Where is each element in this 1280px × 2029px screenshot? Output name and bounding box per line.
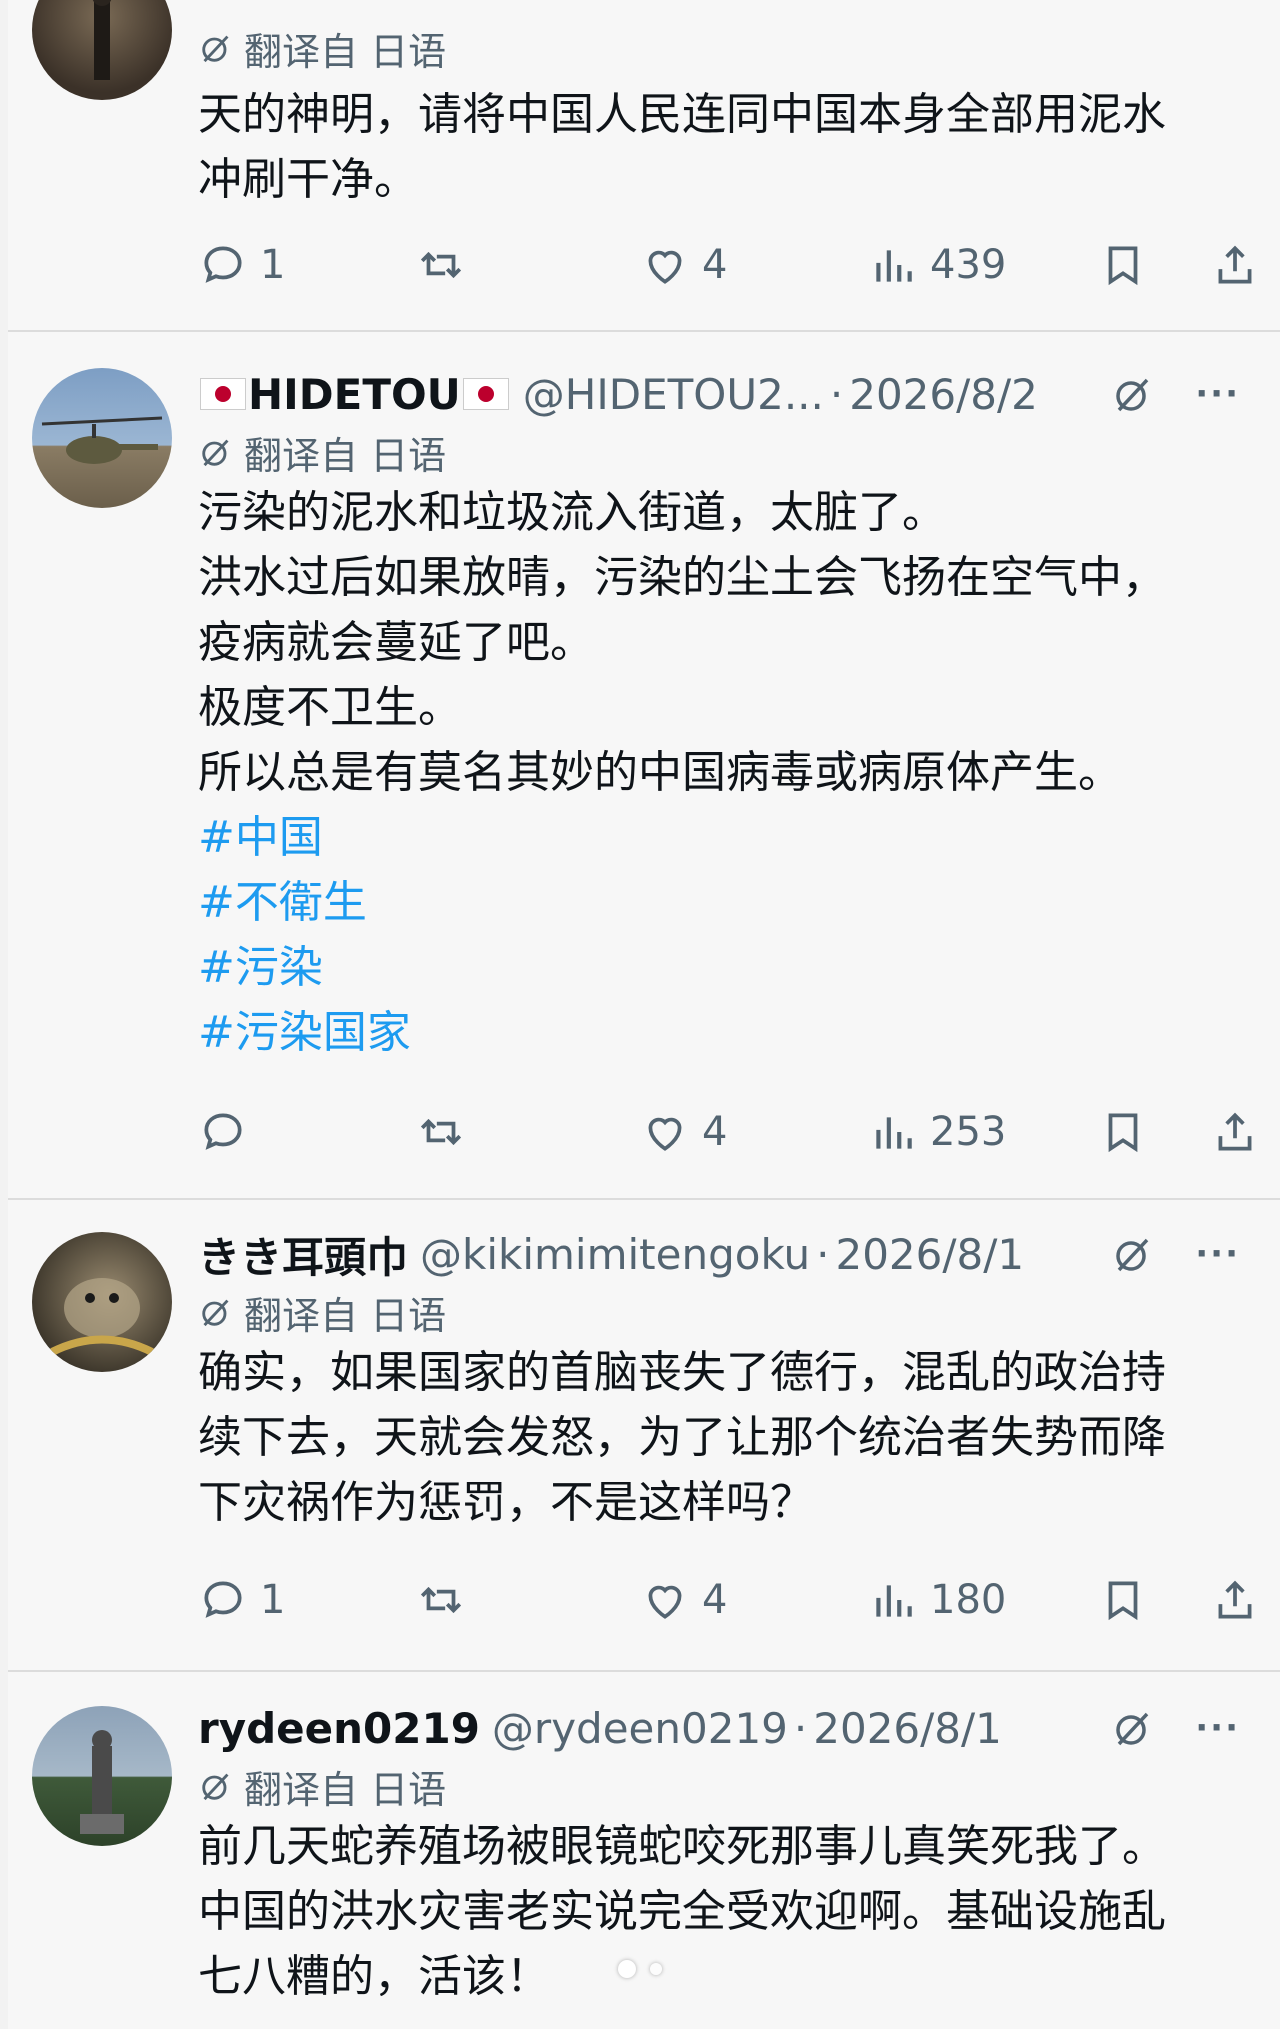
retweet-icon — [420, 1586, 462, 1614]
display-name[interactable]: rydeen0219 — [198, 1704, 480, 1753]
display-name[interactable]: きき耳頭巾 — [198, 1224, 408, 1285]
header-actions: ··· — [1111, 372, 1240, 416]
action-bar: 1 4 439 — [198, 235, 1260, 295]
handle[interactable]: @HIDETOU2... — [523, 370, 824, 419]
retweet-icon — [420, 251, 462, 279]
share-button[interactable] — [1210, 1107, 1260, 1157]
reply-button[interactable] — [198, 1107, 260, 1157]
views-button[interactable]: 253 — [868, 1107, 1006, 1157]
share-button[interactable] — [1210, 1575, 1260, 1625]
like-icon — [648, 1585, 682, 1619]
like-icon — [648, 250, 682, 284]
action-bar: 1 4 180 — [198, 1570, 1260, 1630]
tweet-2[interactable]: HIDETOU @HIDETOU2... · 2026/8/2 ··· 翻译自 … — [8, 332, 1280, 1200]
bookmark-icon — [1108, 1113, 1138, 1153]
translate-label[interactable]: 翻译自 日语 — [198, 1284, 1260, 1340]
hashtag-link[interactable]: #中国 — [198, 805, 1260, 870]
reply-icon — [204, 1113, 242, 1150]
translate-label[interactable]: 翻译自 日语 — [198, 20, 1260, 76]
translate-icon — [202, 439, 229, 467]
reply-icon — [204, 1581, 242, 1618]
bookmark-button[interactable] — [1098, 240, 1148, 290]
grok-icon[interactable] — [1111, 1232, 1155, 1276]
tweet-text: 确实，如果国家的首脑丧失了德行，混乱的政治持 续下去，天就会发怒，为了让那个统治… — [198, 1347, 1166, 1528]
views-button[interactable]: 439 — [868, 240, 1006, 290]
retweet-icon — [420, 1118, 462, 1146]
translate-icon — [202, 1299, 229, 1327]
hashtag-link[interactable]: #污染 — [198, 935, 1260, 1000]
tweet-text: 天的神明，请将中国人民连同中国本身全部用泥水 冲刷干净。 — [198, 89, 1166, 205]
bookmark-icon — [1108, 1581, 1138, 1621]
avatar[interactable] — [32, 1706, 172, 1846]
more-icon[interactable]: ··· — [1195, 1708, 1240, 1748]
page-dot-active[interactable] — [618, 1960, 636, 1978]
reply-button[interactable]: 1 — [198, 240, 285, 290]
japan-flag-icon — [200, 378, 246, 410]
views-button[interactable]: 180 — [868, 1575, 1006, 1625]
header-actions: ··· — [1111, 1232, 1240, 1276]
reply-icon — [204, 246, 242, 283]
action-bar: 4 253 — [198, 1102, 1260, 1162]
translate-icon — [202, 1773, 229, 1801]
views-icon — [876, 1117, 912, 1149]
avatar[interactable] — [32, 0, 172, 100]
hashtag-link[interactable]: #不衛生 — [198, 870, 1260, 935]
translate-icon — [202, 35, 229, 63]
share-icon — [1218, 245, 1252, 284]
timestamp[interactable]: 2026/8/1 — [835, 1230, 1024, 1279]
handle[interactable]: @rydeen0219 — [492, 1704, 788, 1753]
bookmark-button[interactable] — [1098, 1107, 1148, 1157]
views-icon — [876, 250, 912, 282]
reply-button[interactable]: 1 — [198, 1575, 285, 1625]
like-button[interactable]: 4 — [640, 240, 727, 290]
tweet-header: HIDETOU @HIDETOU2... · 2026/8/2 ··· — [198, 364, 1260, 424]
display-name[interactable]: HIDETOU — [248, 370, 461, 419]
like-button[interactable]: 4 — [640, 1575, 727, 1625]
share-icon — [1218, 1580, 1252, 1619]
views-icon — [876, 1585, 912, 1617]
grok-icon[interactable] — [1111, 1706, 1155, 1750]
tweet-text: 污染的泥水和垃圾流入街道，太脏了。 洪水过后如果放晴，污染的尘土会飞扬在空气中，… — [198, 480, 1260, 1065]
tweet-3[interactable]: きき耳頭巾 @kikimimitengoku · 2026/8/1 ··· 翻译… — [8, 1200, 1280, 1672]
retweet-button[interactable] — [416, 1575, 478, 1625]
hashtag-link[interactable]: #污染国家 — [198, 1000, 1260, 1065]
japan-flag-icon — [462, 378, 509, 410]
more-icon[interactable]: ··· — [1195, 1234, 1240, 1274]
translate-label[interactable]: 翻译自 日语 — [198, 424, 1260, 480]
retweet-button[interactable] — [416, 1107, 478, 1157]
share-button[interactable] — [1210, 240, 1260, 290]
timestamp[interactable]: 2026/8/1 — [813, 1704, 1002, 1753]
like-button[interactable]: 4 — [640, 1107, 727, 1157]
avatar[interactable] — [32, 1232, 172, 1372]
retweet-button[interactable] — [416, 240, 478, 290]
bookmark-button[interactable] — [1098, 1575, 1148, 1625]
page-indicator — [0, 1960, 1280, 1978]
tweet-text: 前几天蛇养殖场被眼镜蛇咬死那事儿真笑死我了。 中国的洪水灾害老实说完全受欢迎啊。… — [198, 1821, 1166, 2002]
translate-label[interactable]: 翻译自 日语 — [198, 1758, 1260, 1814]
header-actions: ··· — [1111, 1706, 1240, 1750]
share-icon — [1218, 1112, 1252, 1151]
handle[interactable]: @kikimimitengoku — [420, 1230, 810, 1279]
tweet-header: きき耳頭巾 @kikimimitengoku · 2026/8/1 ··· — [198, 1224, 1260, 1284]
more-icon[interactable]: ··· — [1195, 374, 1240, 414]
tweet-1[interactable]: 翻译自 日语 天的神明，请将中国人民连同中国本身全部用泥水 冲刷干净。 1 4 … — [8, 0, 1280, 332]
page-dot[interactable] — [650, 1963, 662, 1975]
timestamp[interactable]: 2026/8/2 — [849, 370, 1038, 419]
avatar[interactable] — [32, 368, 172, 508]
tweet-header: rydeen0219 @rydeen0219 · 2026/8/1 ··· — [198, 1703, 1240, 1753]
grok-icon[interactable] — [1111, 372, 1155, 416]
like-icon — [648, 1117, 682, 1151]
bookmark-icon — [1108, 246, 1138, 286]
